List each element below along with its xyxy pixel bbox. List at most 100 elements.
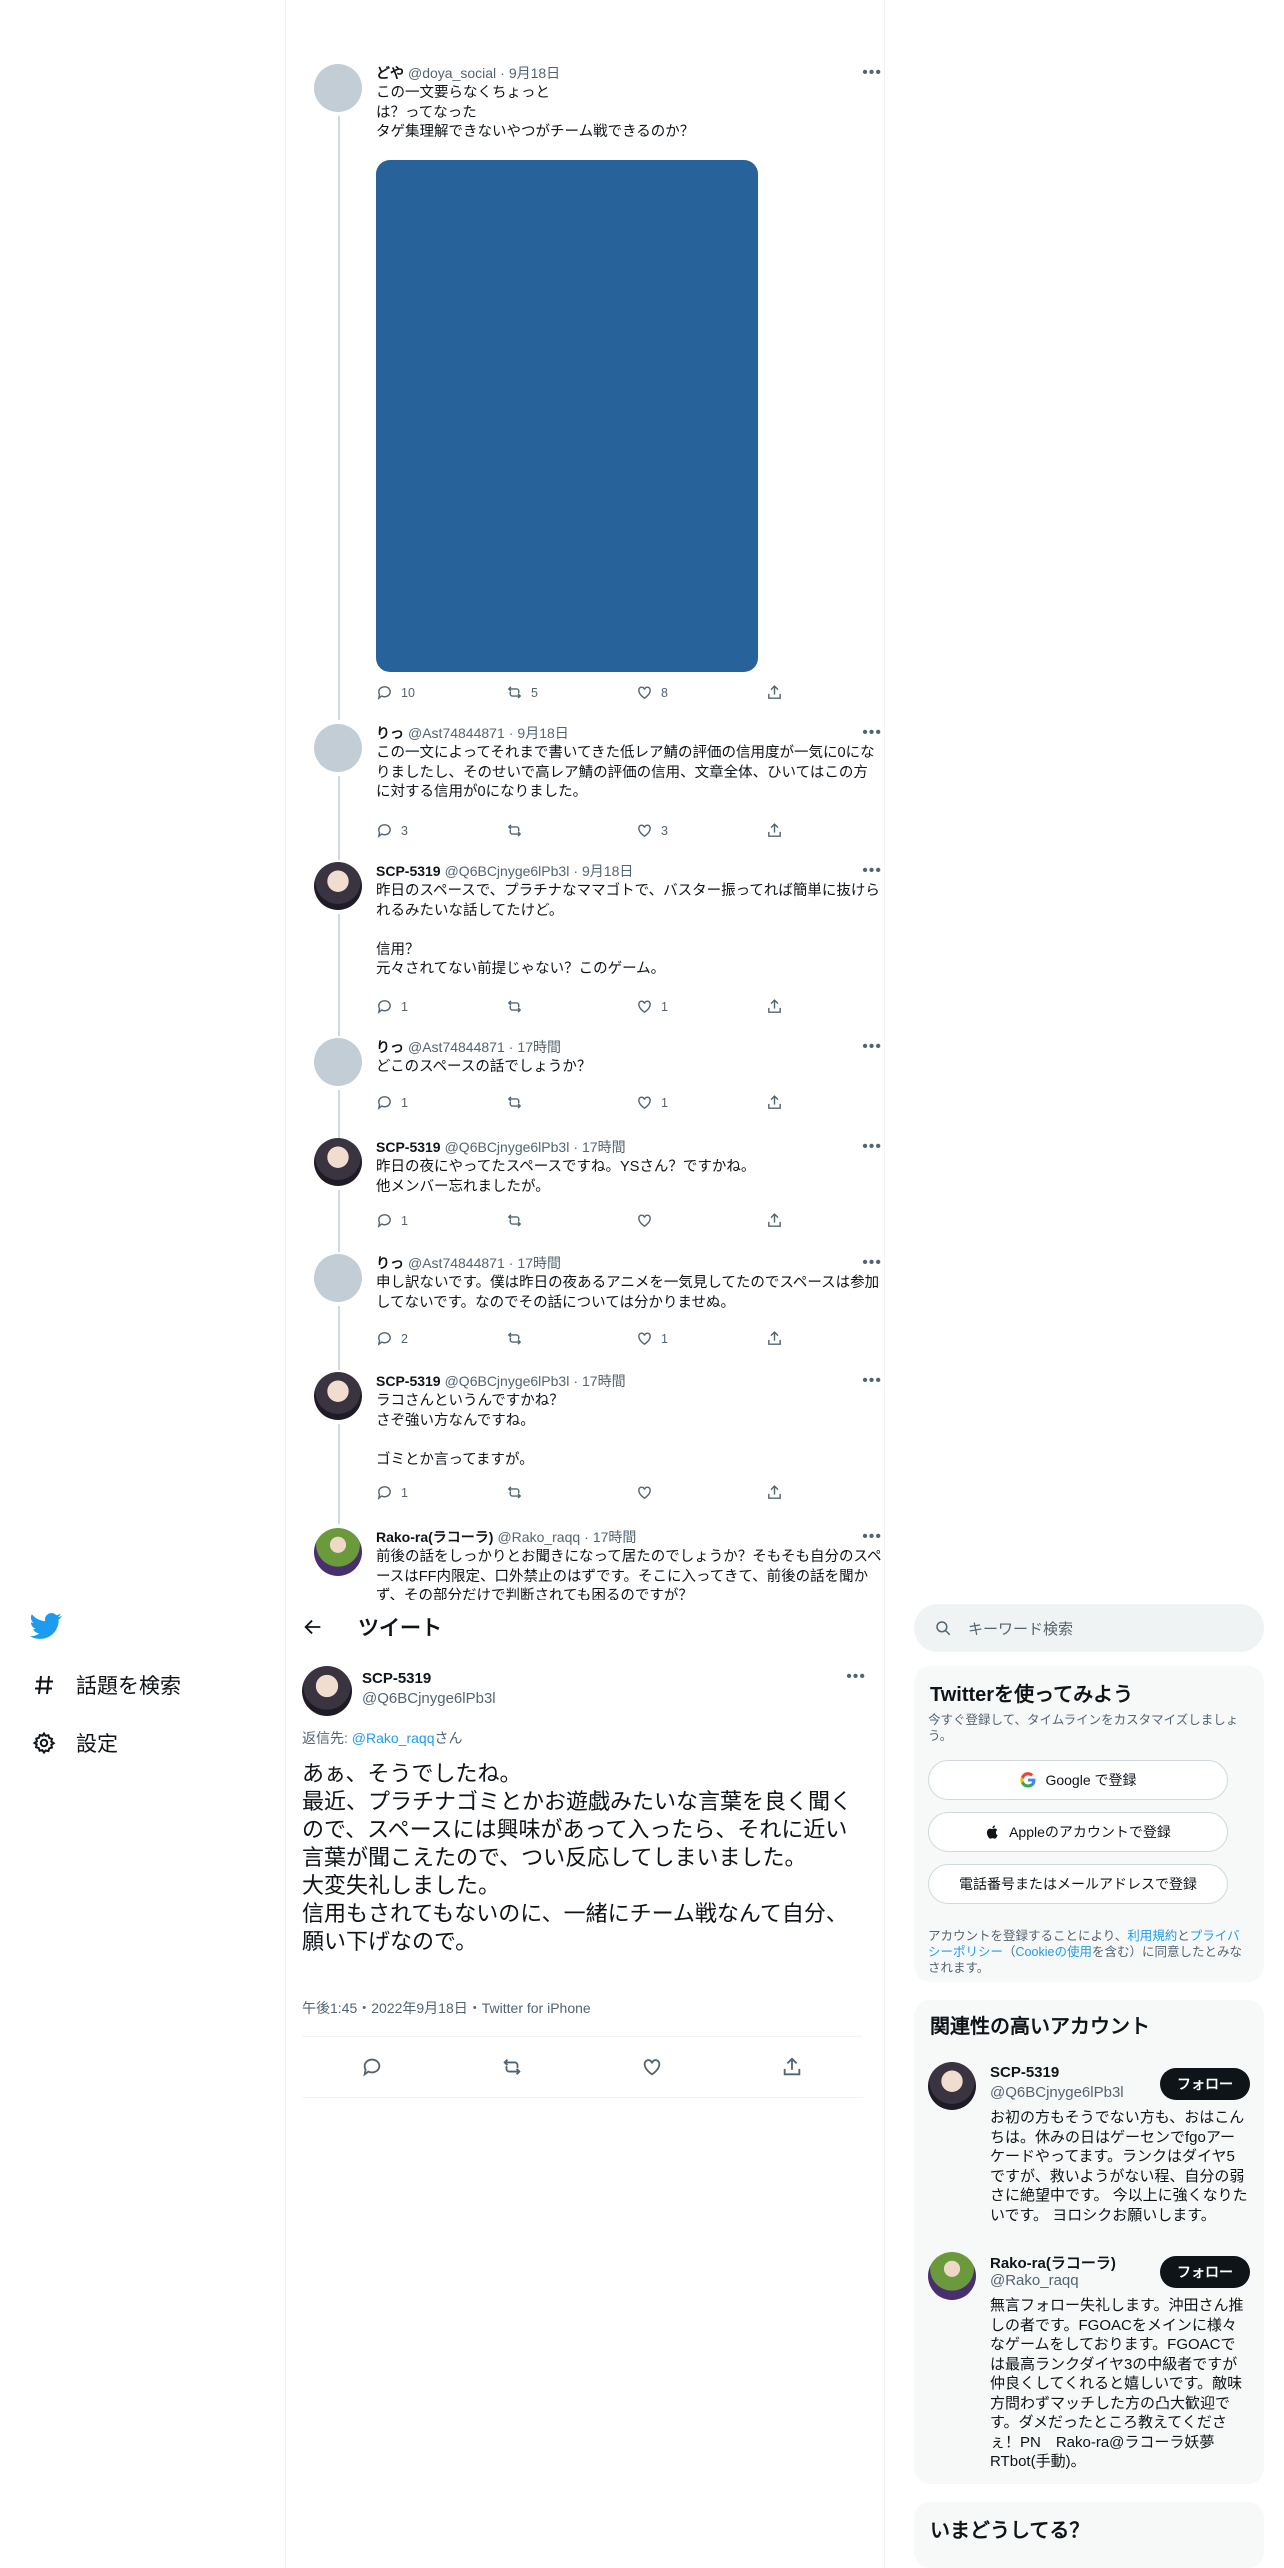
tweet-time[interactable]: 17時間: [582, 1372, 626, 1390]
reply-button[interactable]: 1: [376, 1484, 466, 1501]
retweet-button[interactable]: [506, 1330, 596, 1347]
terms-link[interactable]: 利用規約: [1127, 1929, 1177, 1943]
reply-button[interactable]: 1: [376, 998, 466, 1015]
reply-to-link[interactable]: @Rako_raqq: [352, 1730, 435, 1746]
share-button[interactable]: [766, 1330, 796, 1347]
reply-button[interactable]: 3: [376, 822, 466, 839]
tweet-time[interactable]: 9月18日: [509, 64, 560, 82]
retweet-button[interactable]: [506, 998, 596, 1015]
share-button[interactable]: [766, 822, 796, 839]
thread-tweet[interactable]: SCP-5319 @Q6BCjnyge6lPb3l · 17時間 ••• ラコさ…: [300, 1370, 881, 1524]
back-arrow-icon[interactable]: [302, 1616, 324, 1638]
like-button[interactable]: 1: [636, 1330, 726, 1347]
more-icon[interactable]: •••: [862, 1528, 882, 1546]
author-name[interactable]: りっ: [376, 724, 404, 742]
author-handle[interactable]: @Q6BCjnyge6lPb3l: [445, 862, 570, 880]
account-handle[interactable]: @Rako_raqq: [990, 2272, 1079, 2289]
avatar[interactable]: [314, 64, 362, 112]
nav-explore[interactable]: 話題を検索: [30, 1670, 181, 1700]
phone-email-signup-button[interactable]: 電話番号またはメールアドレスで登録: [928, 1864, 1228, 1904]
tweet-time[interactable]: 9月18日: [517, 724, 568, 742]
retweet-button[interactable]: 5: [506, 684, 596, 701]
author-handle[interactable]: @doya_social: [408, 64, 496, 82]
thread-tweet[interactable]: SCP-5319 @Q6BCjnyge6lPb3l · 17時間 ••• 昨日の…: [300, 1136, 881, 1252]
tweet-time[interactable]: 17時間: [517, 1254, 561, 1272]
author-handle[interactable]: @Ast74844871: [408, 724, 505, 742]
like-button[interactable]: 1: [636, 1094, 726, 1111]
share-button[interactable]: [766, 998, 796, 1015]
google-signup-button[interactable]: Google で登録: [928, 1760, 1228, 1800]
author-handle[interactable]: @Q6BCjnyge6lPb3l: [445, 1372, 570, 1390]
reply-button[interactable]: 1: [376, 1212, 466, 1229]
follow-button[interactable]: フォロー: [1160, 2068, 1250, 2100]
share-icon[interactable]: [781, 2056, 803, 2078]
avatar[interactable]: [314, 862, 362, 910]
thread-tweet[interactable]: りっ @Ast74844871 · 17時間 ••• 申し訳ないです。僕は昨日の…: [300, 1254, 881, 1370]
retweet-button[interactable]: [506, 1484, 596, 1501]
thread-tweet[interactable]: SCP-5319 @Q6BCjnyge6lPb3l · 9月18日 ••• 昨日…: [300, 860, 881, 1036]
thread-tweet[interactable]: Rako-ra(ラコーラ) @Rako_raqq · 17時間 ••• 前後の話…: [300, 1526, 881, 1600]
avatar[interactable]: [314, 1138, 362, 1186]
reply-icon[interactable]: [361, 2056, 383, 2078]
avatar[interactable]: [302, 1666, 352, 1716]
author-name[interactable]: SCP-5319: [376, 1372, 441, 1390]
nav-settings[interactable]: 設定: [30, 1728, 118, 1758]
author-name[interactable]: Rako-ra(ラコーラ): [376, 1528, 493, 1546]
like-button[interactable]: 1: [636, 998, 726, 1015]
more-icon[interactable]: •••: [862, 64, 882, 82]
share-button[interactable]: [766, 1484, 796, 1501]
tweet-time[interactable]: 17時間: [582, 1138, 626, 1156]
author-name[interactable]: SCP-5319: [376, 1138, 441, 1156]
thread-tweet[interactable]: りっ @Ast74844871 · 17時間 ••• どこのスペースの話でしょう…: [300, 1038, 881, 1142]
thread-tweet[interactable]: りっ @Ast74844871 · 9月18日 ••• この一文によってそれまで…: [300, 722, 881, 860]
heart-icon[interactable]: [641, 2056, 663, 2078]
avatar[interactable]: [928, 2252, 976, 2300]
author-handle[interactable]: @Rako_raqq: [497, 1528, 580, 1546]
like-button[interactable]: [636, 1484, 726, 1501]
twitter-logo-icon[interactable]: [30, 1610, 66, 1646]
reply-button[interactable]: 2: [376, 1330, 466, 1347]
like-button[interactable]: 3: [636, 822, 726, 839]
author-handle[interactable]: @Q6BCjnyge6lPb3l: [362, 1690, 496, 1707]
tweet-timestamp[interactable]: 午後1:45・2022年9月18日・Twitter for iPhone: [302, 1998, 591, 2018]
more-icon[interactable]: •••: [862, 724, 882, 742]
author-name[interactable]: SCP-5319: [376, 862, 441, 880]
follow-button[interactable]: フォロー: [1160, 2256, 1250, 2288]
account-name[interactable]: SCP-5319: [990, 2064, 1059, 2081]
more-icon[interactable]: •••: [862, 1038, 882, 1056]
author-name[interactable]: りっ: [376, 1254, 404, 1272]
more-icon[interactable]: •••: [862, 862, 882, 880]
avatar[interactable]: [314, 1528, 362, 1576]
reply-button[interactable]: 10: [376, 684, 466, 701]
author-name[interactable]: SCP-5319: [362, 1670, 431, 1687]
account-name[interactable]: Rako-ra(ラコーラ): [990, 2252, 1116, 2273]
share-button[interactable]: [766, 1094, 796, 1111]
more-icon[interactable]: •••: [862, 1372, 882, 1390]
avatar[interactable]: [314, 1038, 362, 1086]
tweet-time[interactable]: 17時間: [517, 1038, 561, 1056]
avatar[interactable]: [314, 1254, 362, 1302]
avatar[interactable]: [314, 1372, 362, 1420]
tweet-time[interactable]: 9月18日: [582, 862, 633, 880]
avatar[interactable]: [314, 724, 362, 772]
author-name[interactable]: りっ: [376, 1038, 404, 1056]
author-handle[interactable]: @Q6BCjnyge6lPb3l: [445, 1138, 570, 1156]
search-input[interactable]: キーワード検索: [914, 1604, 1264, 1652]
cookie-link[interactable]: Cookieの使用: [1016, 1945, 1092, 1959]
more-icon[interactable]: •••: [862, 1254, 882, 1272]
retweet-button[interactable]: [506, 1212, 596, 1229]
retweet-button[interactable]: [506, 1094, 596, 1111]
like-button[interactable]: [636, 1212, 726, 1229]
avatar[interactable]: [928, 2062, 976, 2110]
share-button[interactable]: [766, 684, 796, 701]
retweet-button[interactable]: [506, 822, 596, 839]
like-button[interactable]: 8: [636, 684, 726, 701]
thread-tweet[interactable]: どや @doya_social · 9月18日 ••• この一文要らなくちょっと…: [300, 60, 881, 720]
reply-button[interactable]: 1: [376, 1094, 466, 1111]
tweet-media-image[interactable]: [376, 160, 758, 672]
tweet-time[interactable]: 17時間: [593, 1528, 637, 1546]
more-icon[interactable]: •••: [862, 1138, 882, 1156]
apple-signup-button[interactable]: Appleのアカウントで登録: [928, 1812, 1228, 1852]
author-handle[interactable]: @Ast74844871: [408, 1254, 505, 1272]
account-handle[interactable]: @Q6BCjnyge6lPb3l: [990, 2084, 1124, 2101]
